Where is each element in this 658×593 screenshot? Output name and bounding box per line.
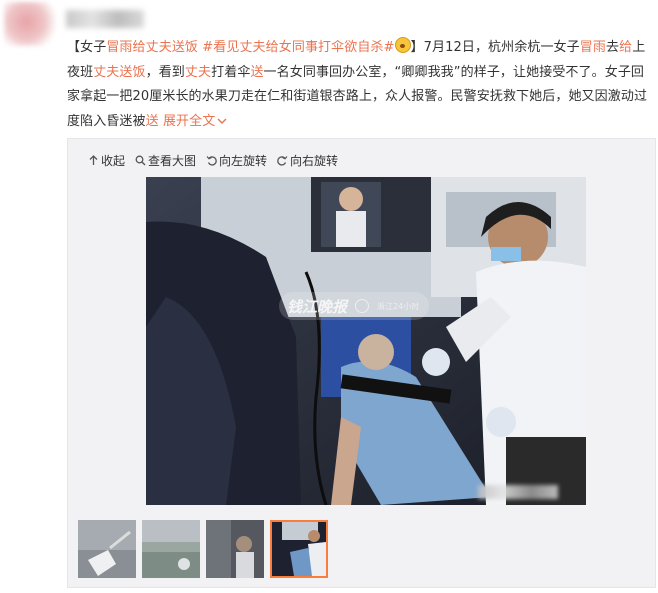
mosaic-blur bbox=[478, 485, 558, 499]
watermark: 钱江晚报 浙江24小时 bbox=[279, 292, 429, 320]
thumbnail-image bbox=[272, 522, 326, 576]
rotate-left-icon bbox=[206, 155, 217, 166]
thumbnail-image bbox=[206, 520, 264, 578]
magnifier-icon bbox=[135, 155, 146, 165]
thumbnail-1[interactable] bbox=[78, 520, 136, 578]
keyword: 冒雨 bbox=[579, 40, 606, 55]
rotate-left-button[interactable]: 向左旋转 bbox=[206, 152, 267, 168]
view-large-button[interactable]: 查看大图 bbox=[135, 152, 196, 168]
rotate-right-icon bbox=[277, 155, 288, 166]
keyword: 送 bbox=[250, 64, 264, 80]
thumbnail-3[interactable] bbox=[206, 520, 264, 578]
hashtag-link[interactable]: #看见丈夫给女同事打伞欲自杀# bbox=[202, 40, 394, 55]
avatar[interactable] bbox=[4, 2, 60, 46]
main-photo[interactable]: 钱江晚报 浙江24小时 bbox=[146, 177, 586, 505]
thumbnail-image bbox=[142, 520, 200, 578]
media-toolbar: 收起 查看大图 向左旋转 向右旋转 bbox=[88, 152, 338, 168]
chevron-down-icon bbox=[217, 118, 227, 124]
collapse-arrow-icon bbox=[89, 154, 98, 165]
surprised-emoji-icon bbox=[394, 37, 411, 53]
rotate-right-button[interactable]: 向右旋转 bbox=[277, 152, 338, 168]
keyword: 送 bbox=[145, 113, 159, 129]
ambulance-scene-image bbox=[146, 177, 586, 505]
collapse-button[interactable]: 收起 bbox=[88, 152, 125, 168]
keyword: 丈夫 bbox=[184, 64, 212, 80]
thumbnail-image bbox=[78, 520, 136, 578]
username[interactable] bbox=[66, 10, 144, 28]
thumbnail-2[interactable] bbox=[142, 520, 200, 578]
expand-full-text-link[interactable]: 展开全文 bbox=[163, 114, 227, 129]
thumbnail-strip bbox=[78, 520, 328, 578]
keyword: 给 bbox=[619, 40, 633, 55]
keyword: 冒雨给丈夫送饭 bbox=[106, 40, 199, 55]
media-panel: 收起 查看大图 向左旋转 向右旋转 钱江晚报 浙江24小时 bbox=[67, 138, 656, 588]
bracket: 【 bbox=[67, 40, 81, 55]
watermark-logo-icon bbox=[355, 299, 370, 313]
thumbnail-4-active[interactable] bbox=[270, 520, 328, 578]
post-body: 【女子冒雨给丈夫送饭 #看见丈夫给女同事打伞欲自杀# 】7月12日，杭州余杭一女子… bbox=[67, 36, 651, 134]
keyword: 丈夫送饭 bbox=[93, 64, 146, 80]
